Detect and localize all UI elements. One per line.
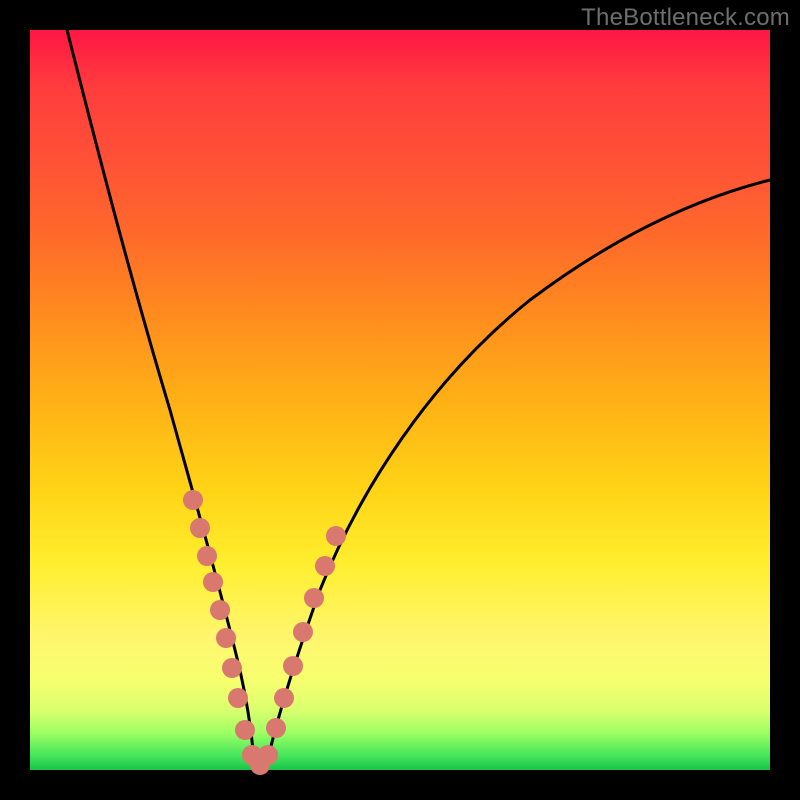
watermark-text: TheBottleneck.com: [581, 4, 790, 32]
chart-svg: [30, 30, 770, 770]
plot-area: [30, 30, 770, 770]
curve-markers: [183, 490, 346, 775]
chart-frame: TheBottleneck.com: [0, 0, 800, 800]
bottleneck-curve: [67, 30, 770, 770]
